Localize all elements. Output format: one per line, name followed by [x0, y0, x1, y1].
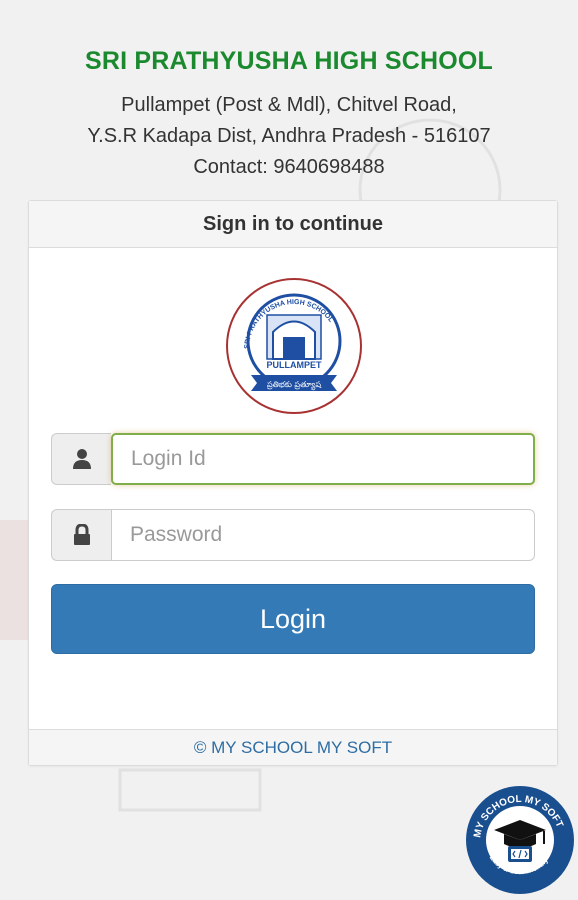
footer-link[interactable]: © MY SCHOOL MY SOFT	[29, 729, 557, 765]
my-school-my-soft-badge: MY SCHOOL MY SOFT Easy & User-friendly	[464, 784, 576, 896]
login-id-group	[51, 433, 535, 485]
panel-heading: Sign in to continue	[29, 201, 557, 248]
school-name: SRI PRATHYUSHA HIGH SCHOOL	[85, 47, 493, 75]
login-panel: Sign in to continue SRI PRATHYUSHA HIGH …	[28, 200, 558, 766]
school-logo: SRI PRATHYUSHA HIGH SCHOOL PULLAMPET ప్ర…	[225, 277, 363, 415]
laptop-code-icon	[508, 846, 532, 862]
user-icon	[51, 433, 111, 485]
password-input[interactable]	[111, 509, 535, 561]
login-id-input[interactable]	[111, 433, 535, 485]
school-contact: Contact: 9640698488	[193, 156, 385, 178]
school-address-line-1: Pullampet (Post & Mdl), Chitvel Road,	[121, 94, 457, 116]
lock-icon	[51, 509, 111, 561]
logo-place-text: PULLAMPET	[267, 360, 323, 370]
school-address-line-2: Y.S.R Kadapa Dist, Andhra Pradesh - 5161…	[87, 125, 491, 147]
password-group	[51, 509, 535, 561]
login-button[interactable]: Login	[51, 584, 535, 654]
